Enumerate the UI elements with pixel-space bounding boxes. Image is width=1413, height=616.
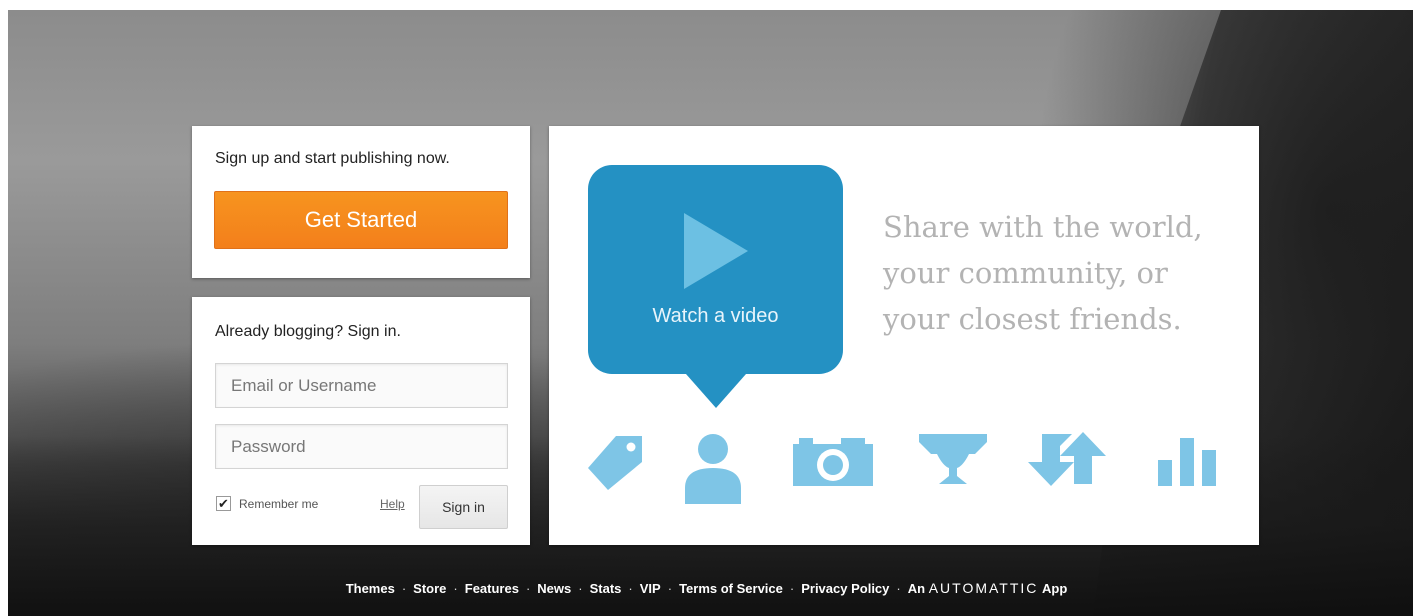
feature-icons — [586, 426, 1226, 506]
tagline-line: Share with the world, — [883, 210, 1203, 244]
footer-link-features[interactable]: Features — [465, 581, 519, 596]
footer-separator: · — [401, 581, 407, 596]
footer-link-news[interactable]: News — [537, 581, 571, 596]
signin-title: Already blogging? Sign in. — [215, 323, 401, 340]
footer-link-store[interactable]: Store — [413, 581, 446, 596]
watch-video-label: Watch a video — [652, 305, 779, 327]
help-link[interactable]: Help — [380, 497, 405, 511]
remember-me-checkbox[interactable]: ✔ — [216, 496, 231, 511]
footer-separator: · — [525, 581, 531, 596]
footer-app-prefix: An — [907, 581, 926, 596]
footer-separator: · — [628, 581, 633, 596]
footer-separator: · — [578, 581, 583, 596]
tagline: Share with the world, your community, or… — [883, 204, 1243, 342]
tagline-line: your community, or — [883, 256, 1168, 290]
footer-separator: · — [896, 581, 901, 596]
footer-separator: · — [667, 581, 673, 596]
footer-link-themes[interactable]: Themes — [346, 581, 395, 596]
remember-me-label: Remember me — [239, 496, 319, 511]
footer-separator: · — [789, 581, 795, 596]
play-icon — [684, 213, 748, 289]
remember-me[interactable]: ✔ Remember me — [216, 496, 318, 511]
promo-panel: Watch a video Share with the world, your… — [549, 126, 1259, 545]
user-icon — [683, 432, 743, 504]
get-started-button[interactable]: Get Started — [214, 191, 508, 249]
stats-icon — [1158, 436, 1220, 486]
footer-app-suffix: App — [1042, 581, 1068, 596]
automattic-logo-link[interactable]: AUTOMATTIC — [929, 580, 1039, 596]
footer-link-terms[interactable]: Terms of Service — [679, 581, 783, 596]
signup-title: Sign up and start publishing now. — [215, 150, 450, 167]
signin-panel: Already blogging? Sign in. Email or User… — [192, 297, 530, 545]
footer: Themes · Store · Features · News · Stats · VIP · Ter… — [0, 580, 1413, 596]
watch-video-button[interactable]: Watch a video — [588, 165, 843, 408]
footer-link-stats[interactable]: Stats — [590, 581, 622, 596]
footer-link-privacy[interactable]: Privacy Policy — [801, 581, 889, 596]
footer-separator: · — [453, 581, 458, 596]
footer-link-vip[interactable]: VIP — [640, 581, 661, 596]
email-username-input[interactable]: Email or Username — [215, 363, 508, 408]
tagline-line: your closest friends. — [883, 302, 1182, 336]
signup-panel: Sign up and start publishing now. Get St… — [192, 126, 530, 278]
tag-icon — [586, 434, 644, 492]
sign-in-button[interactable]: Sign in — [419, 485, 508, 529]
trophy-icon — [917, 432, 989, 486]
password-input[interactable]: Password — [215, 424, 508, 469]
reblog-icon — [1024, 432, 1110, 486]
camera-icon — [791, 436, 875, 486]
